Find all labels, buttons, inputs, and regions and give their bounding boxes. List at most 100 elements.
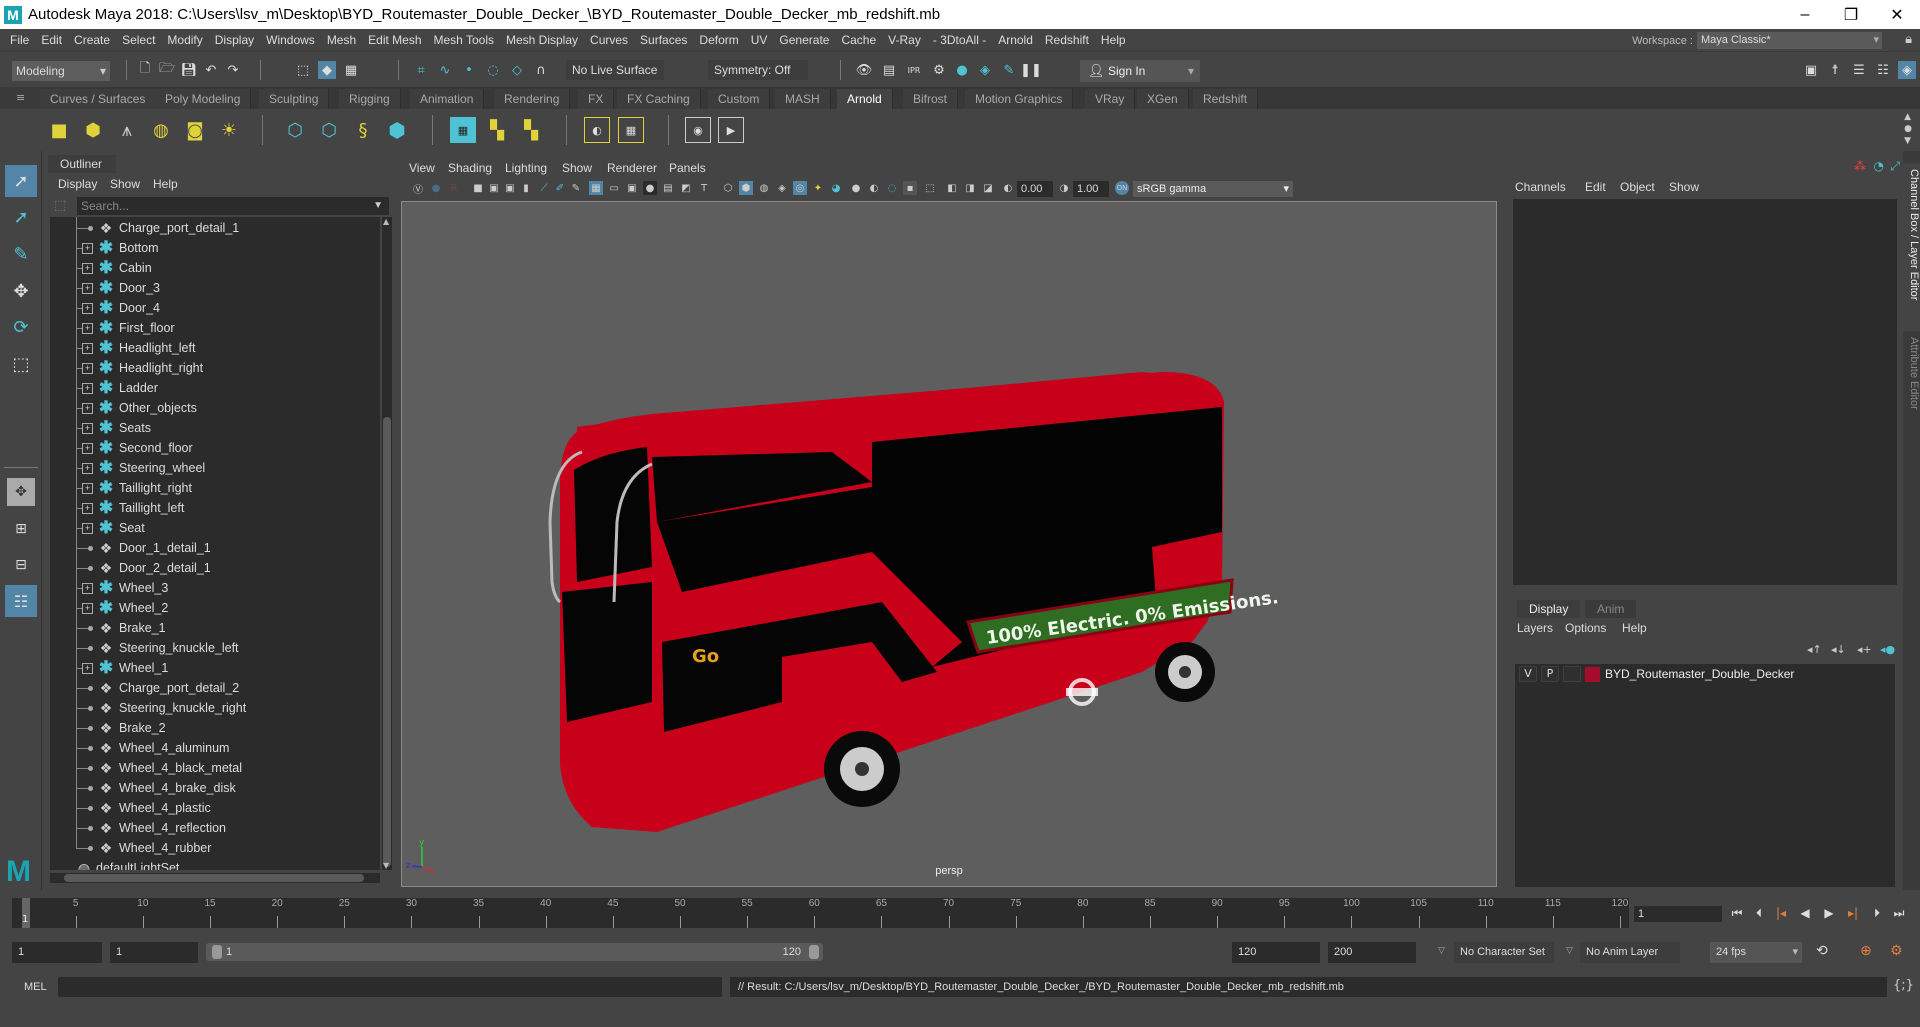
single-perspective-view-icon[interactable]: ✥ bbox=[7, 478, 35, 506]
snap-view-plane-icon[interactable]: ◌ bbox=[484, 61, 502, 79]
expand-icon[interactable]: + bbox=[82, 282, 93, 294]
menu-file[interactable]: File bbox=[4, 33, 35, 47]
bus-model[interactable]: 100% Electric. 0% Emissions. Go y x z bbox=[402, 202, 1498, 888]
new-layer-icon[interactable]: ◂+ bbox=[1857, 643, 1872, 656]
shelf-tab-custom[interactable]: Custom bbox=[708, 89, 771, 109]
default-material-icon[interactable]: ◍ bbox=[757, 181, 771, 195]
expand-icon[interactable]: + bbox=[82, 302, 93, 314]
viewport-menu-lighting[interactable]: Lighting bbox=[505, 161, 547, 175]
expand-icon[interactable]: + bbox=[82, 522, 93, 534]
snap-together-icon[interactable]: ∩ bbox=[532, 61, 550, 79]
shelf-tab-animation[interactable]: Animation bbox=[410, 89, 485, 109]
channel-box-toggle-icon[interactable]: ◈ bbox=[1898, 61, 1916, 79]
snap-grid-icon[interactable]: ⌗ bbox=[412, 61, 430, 79]
live-surface-field[interactable]: No Live Surface bbox=[566, 60, 664, 80]
menu-mesh[interactable]: Mesh bbox=[321, 33, 362, 47]
curve-collector-icon[interactable]: § bbox=[350, 117, 376, 143]
redo-icon[interactable]: ↷ bbox=[224, 61, 242, 79]
textured-icon[interactable]: ◎ bbox=[793, 181, 807, 195]
outliner-item[interactable]: ❖ Wheel_4_brake_disk bbox=[50, 768, 380, 798]
shader-assign-icon[interactable]: ◐ bbox=[584, 117, 610, 143]
outliner-search-input[interactable]: Search... bbox=[77, 197, 389, 215]
hypershade-icon[interactable]: ● bbox=[953, 61, 971, 79]
ipr-icon[interactable]: ◉ bbox=[685, 117, 711, 143]
motion-blur-icon[interactable]: ◐ bbox=[867, 181, 881, 195]
expand-icon[interactable]: + bbox=[82, 242, 93, 254]
viewport-menu-panels[interactable]: Panels bbox=[669, 161, 706, 175]
outliner-item[interactable]: + ✱ Headlight_right bbox=[50, 348, 380, 378]
layer-tab-display[interactable]: Display bbox=[1517, 600, 1581, 618]
outliner-vertical-scrollbar[interactable]: ▲ ▼ bbox=[382, 217, 392, 870]
mel-label[interactable]: MEL bbox=[24, 981, 47, 993]
move-layer-down-icon[interactable]: ◂↓ bbox=[1831, 643, 1846, 656]
layer-menu-options[interactable]: Options bbox=[1565, 621, 1606, 635]
grease-pencil-icon[interactable]: ✐ bbox=[553, 181, 567, 195]
outliner-item[interactable]: + ✱ Taillight_left bbox=[50, 488, 380, 518]
outliner-item[interactable]: ❖ Steering_knuckle_right bbox=[50, 688, 380, 718]
render-setup-icon[interactable]: ◈ bbox=[976, 61, 994, 79]
menu-3dtoall[interactable]: - 3DtoAll - bbox=[927, 33, 992, 47]
play-backwards-icon[interactable]: ◀ bbox=[1796, 904, 1814, 922]
playback-end-field[interactable]: 120 bbox=[1232, 942, 1320, 963]
undo-icon[interactable]: ↶ bbox=[202, 61, 220, 79]
two-view-layout-icon[interactable]: ⊟ bbox=[5, 549, 37, 581]
outliner-item[interactable]: + ✱ Bottom bbox=[50, 228, 380, 258]
expand-icon[interactable]: + bbox=[82, 362, 93, 374]
outliner-item[interactable]: + ✱ Taillight_right bbox=[50, 468, 380, 498]
texture-assign-icon[interactable]: ▦ bbox=[618, 117, 644, 143]
mesh-light-icon[interactable]: ⬢ bbox=[80, 117, 106, 143]
save-scene-icon[interactable]: 💾︎ bbox=[180, 61, 198, 79]
outliner-item[interactable]: ❖ Charge_port_detail_1 bbox=[50, 217, 380, 238]
render-icon[interactable]: ▶ bbox=[718, 117, 744, 143]
outliner-tab[interactable]: Outliner bbox=[48, 155, 116, 173]
layer-display-type-toggle[interactable] bbox=[1563, 666, 1581, 682]
camera-bookmarks-icon[interactable]: ▣ bbox=[503, 181, 517, 195]
menu-modify[interactable]: Modify bbox=[161, 33, 208, 47]
channelbox-menu-show[interactable]: Show bbox=[1669, 180, 1699, 194]
minimize-button[interactable]: – bbox=[1782, 0, 1828, 29]
step-back-frame-icon[interactable]: ⏴ bbox=[1750, 904, 1768, 922]
new-scene-icon[interactable]: 🗋 bbox=[136, 61, 154, 79]
auto-key-icon[interactable]: ⊕ bbox=[1860, 943, 1872, 959]
current-frame-field[interactable]: 1 bbox=[1634, 906, 1722, 922]
move-layer-up-icon[interactable]: ◂↑ bbox=[1807, 643, 1822, 656]
outliner-item[interactable]: ❖ Wheel_4_aluminum bbox=[50, 728, 380, 758]
modeling-toolkit-icon[interactable]: ▣ bbox=[1802, 61, 1820, 79]
lock-icon[interactable]: 🔒︎ bbox=[1905, 32, 1912, 47]
wireframe-on-shaded-icon[interactable]: ◈ bbox=[775, 181, 789, 195]
menu-generate[interactable]: Generate bbox=[773, 33, 835, 47]
viewport-canvas[interactable]: 100% Electric. 0% Emissions. Go y x z pe… bbox=[401, 201, 1497, 887]
anim-layer-arrow-icon[interactable]: ▽ bbox=[1566, 946, 1573, 956]
outliner-item[interactable]: + ✱ Ladder bbox=[50, 368, 380, 398]
camera-attributes-icon[interactable]: ▣ bbox=[487, 181, 501, 195]
open-scene-icon[interactable]: 🗁 bbox=[158, 61, 176, 79]
menu-deform[interactable]: Deform bbox=[693, 33, 744, 47]
fps-dropdown[interactable]: 24 fps ▾ bbox=[1710, 942, 1802, 963]
human-ik-icon[interactable]: ☨ bbox=[1826, 61, 1844, 79]
layer-row[interactable]: V P BYD_Routemaster_Double_Decker bbox=[1515, 664, 1895, 684]
expand-icon[interactable]: + bbox=[82, 502, 93, 514]
image-plane-icon[interactable]: ▮ bbox=[519, 181, 533, 195]
menu-redshift[interactable]: Redshift bbox=[1039, 33, 1095, 47]
lasso-tool-icon[interactable]: ➚ bbox=[5, 201, 37, 233]
snap-curve-icon[interactable]: ∿ bbox=[436, 61, 454, 79]
pause-viewport-icon[interactable]: ❚❚ bbox=[1020, 61, 1042, 79]
step-forward-frame-icon[interactable]: ⏵ bbox=[1868, 904, 1886, 922]
exposure-field[interactable]: 0.00 bbox=[1017, 181, 1053, 197]
tx-manager-icon[interactable]: ▚ bbox=[484, 117, 510, 143]
outliner-item[interactable]: ❖ Door_2_detail_1 bbox=[50, 548, 380, 578]
animation-end-field[interactable]: 200 bbox=[1328, 942, 1416, 963]
side-tab-channel-box[interactable]: Channel Box / Layer Editor bbox=[1903, 163, 1920, 331]
expand-icon[interactable]: + bbox=[82, 462, 93, 474]
xray-icon[interactable]: ◧ bbox=[945, 181, 959, 195]
step-forward-key-icon[interactable]: ▸| bbox=[1844, 904, 1862, 922]
expand-icon[interactable]: + bbox=[82, 342, 93, 354]
vray-dot-icon[interactable]: ● bbox=[429, 181, 443, 195]
shelf-tab-mash[interactable]: MASH bbox=[775, 89, 831, 109]
shelf-tab-curves-surfaces[interactable]: Curves / Surfaces bbox=[40, 89, 157, 109]
viewport-menu-show[interactable]: Show bbox=[562, 161, 592, 175]
go-to-start-icon[interactable]: ⏮ bbox=[1728, 904, 1746, 922]
expand-icon[interactable]: + bbox=[82, 602, 93, 614]
outliner-item[interactable]: ❖ Wheel_4_rubber bbox=[50, 828, 380, 858]
shelf-tab-sculpting[interactable]: Sculpting bbox=[259, 89, 330, 109]
